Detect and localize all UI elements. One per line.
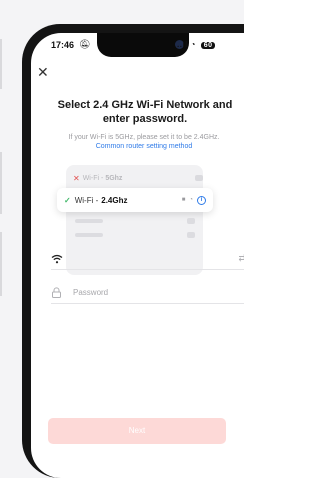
close-icon[interactable]: ✕ (37, 65, 49, 79)
network-5ghz-band: 5Ghz (105, 174, 123, 182)
side-line (0, 232, 2, 296)
switch-network-icon[interactable]: ⇄ (238, 253, 244, 264)
placeholder-bar (75, 233, 103, 237)
side-line (0, 152, 2, 214)
password-input[interactable] (73, 288, 213, 297)
network-placeholder-row (75, 231, 195, 239)
lock-placeholder-icon (195, 175, 203, 181)
battery-icon: 60 (200, 42, 216, 49)
stage: 17:46 🔕︎ ..ıl ◔ 60 ✕ Select 2.4 GHz Wi-F… (0, 0, 244, 478)
network-status-icons: ■ ◔ i (181, 195, 206, 205)
phone-screen: 17:46 🔕︎ ..ıl ◔ 60 ✕ Select 2.4 GHz Wi-F… (31, 33, 244, 478)
silent-bell-icon: 🔕︎ (79, 39, 91, 49)
router-settings-link[interactable]: Common router setting method (39, 142, 244, 152)
placeholder-pill (187, 218, 195, 224)
lock-icon (52, 287, 61, 298)
password-field[interactable] (51, 282, 244, 304)
error-x-icon: ✕ (73, 173, 80, 183)
signal-icon: ..ıl (177, 40, 188, 49)
wifi-status-icon: ◔ (190, 40, 199, 49)
network-24ghz-prefix: Wi-Fi - (74, 195, 99, 205)
wifi-name-field[interactable]: ⇄ (51, 248, 244, 270)
info-icon: i (197, 195, 206, 205)
network-5ghz-prefix: Wi-Fi - (82, 174, 104, 182)
network-placeholder-row (75, 217, 195, 225)
notch (97, 33, 189, 57)
check-icon: ✓ (64, 195, 71, 205)
next-button[interactable]: Next (48, 418, 226, 444)
page-title: Select 2.4 GHz Wi-Fi Network and enter p… (57, 99, 233, 125)
placeholder-pill (187, 232, 195, 238)
network-5ghz-example: ✕ Wi-Fi - 5Ghz (73, 169, 203, 187)
lock-icon: ■ (181, 197, 186, 203)
placeholder-bar (75, 219, 103, 223)
wifi-icon (51, 254, 63, 263)
side-line (0, 39, 2, 89)
status-time: 17:46 (51, 40, 75, 50)
wifi-icon: ◔ (189, 197, 193, 203)
network-24ghz-example: ✓ Wi-Fi - 2.4Ghz ■ ◔ i (57, 188, 213, 212)
network-24ghz-band: 2.4Ghz (101, 195, 128, 205)
status-indicators: ..ıl ◔ 60 (177, 40, 216, 49)
